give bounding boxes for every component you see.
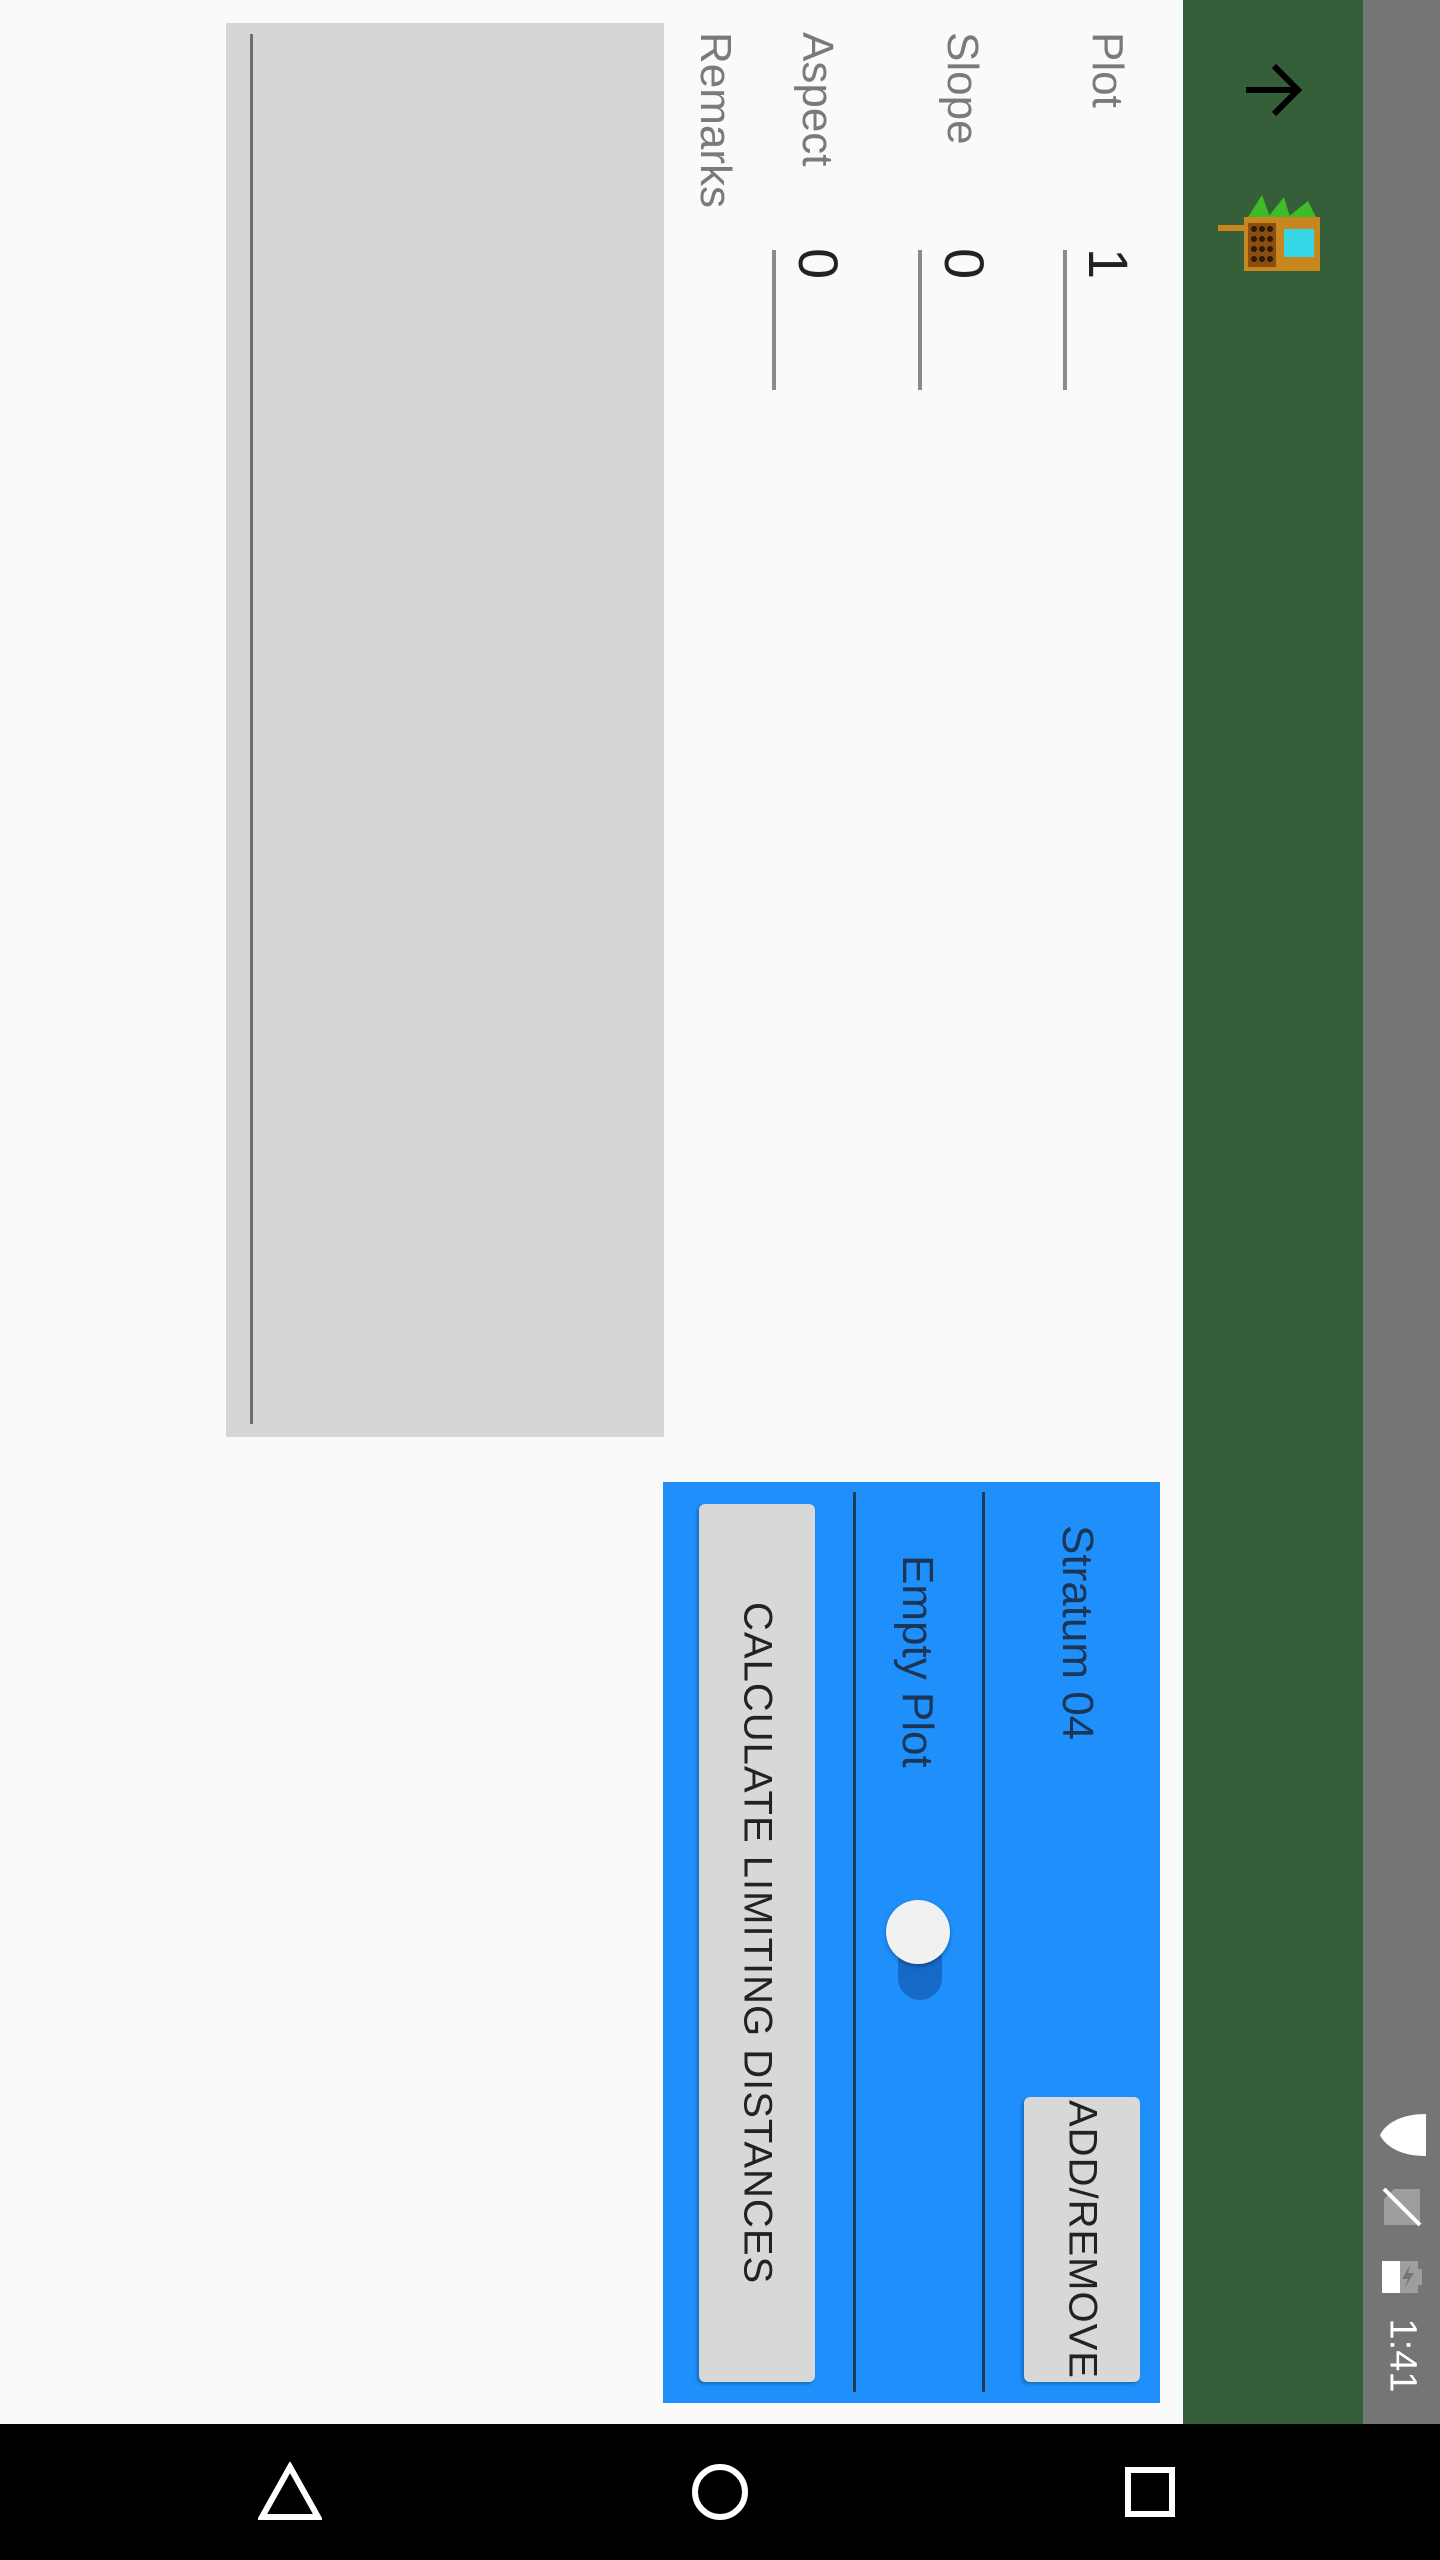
arrow-back-icon[interactable]	[1240, 58, 1304, 122]
wifi-icon	[1378, 2110, 1428, 2160]
aspect-field[interactable]: 0	[786, 248, 851, 279]
calculate-limiting-distances-button[interactable]: CALCULATE LIMITING DISTANCES	[699, 1504, 815, 2382]
panel-divider-top	[982, 1492, 985, 2392]
stratum-label: Stratum 04	[1053, 1525, 1102, 1741]
plot-field[interactable]: 1	[1076, 248, 1141, 279]
add-remove-button[interactable]: ADD/REMOVE	[1024, 2097, 1140, 2382]
panel-divider-bottom	[853, 1492, 856, 2392]
home-circle-icon[interactable]	[690, 2462, 750, 2522]
plot-field-underline	[1063, 250, 1067, 390]
aspect-label: Aspect	[793, 32, 842, 167]
slope-field-underline	[918, 250, 922, 390]
cruise-logo-icon	[1218, 195, 1324, 285]
remarks-label: Remarks	[691, 32, 740, 209]
plot-label: Plot	[1083, 32, 1132, 108]
remarks-field-underline	[250, 34, 253, 1424]
aspect-field-underline	[772, 250, 776, 390]
no-sim-icon	[1380, 2185, 1424, 2229]
slope-label: Slope	[938, 32, 987, 145]
status-clock: 1:41	[1381, 2318, 1424, 2392]
status-bar	[1363, 0, 1440, 2424]
app-bar	[1183, 0, 1363, 2424]
recents-square-icon[interactable]	[1124, 2466, 1176, 2518]
slope-field[interactable]: 0	[932, 248, 997, 279]
back-triangle-icon[interactable]	[256, 2460, 324, 2522]
battery-icon	[1380, 2255, 1424, 2299]
empty-plot-label: Empty Plot	[893, 1555, 942, 1768]
empty-plot-toggle-thumb[interactable]	[886, 1900, 950, 1964]
remarks-field[interactable]	[226, 23, 664, 1437]
